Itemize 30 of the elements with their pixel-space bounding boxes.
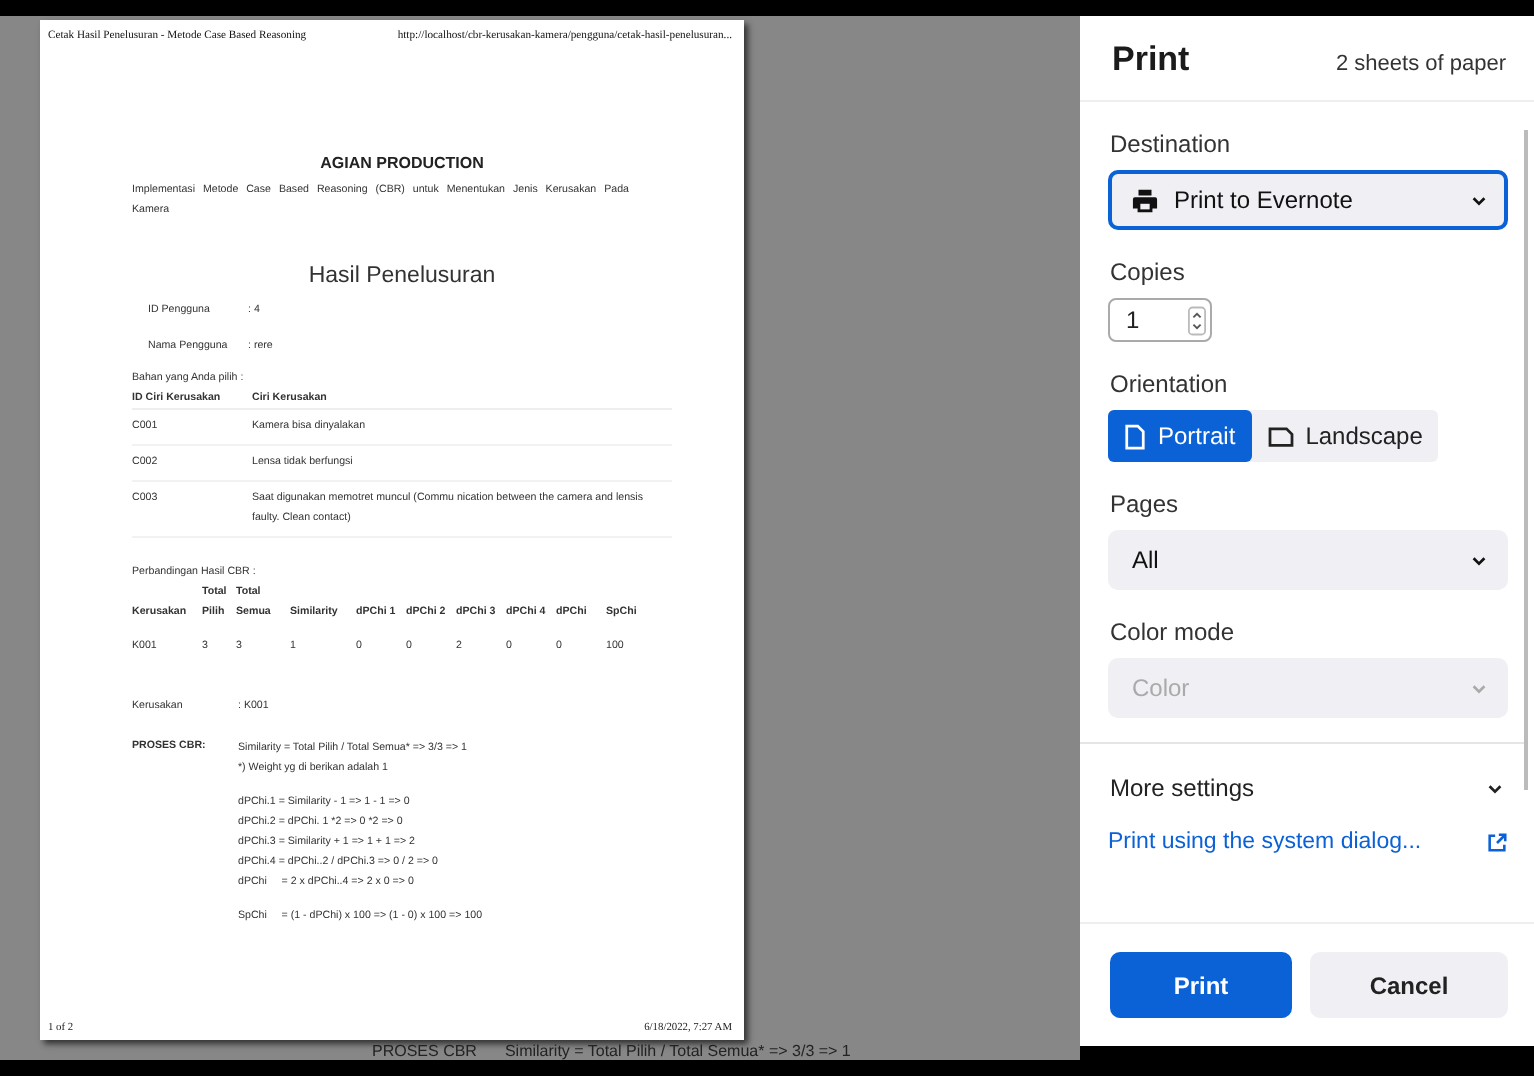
field-label: Pages — [1110, 490, 1181, 518]
field-label: Copies — [1110, 258, 1187, 286]
chevron-down-icon — [1470, 551, 1488, 569]
formula-line: Similarity = Total Pilih / Total Semua* => 3/3 => 1 — [504, 1042, 851, 1060]
sheet-count: 2 sheets of paper — [1335, 52, 1506, 76]
destination-select[interactable]: Print to Evernote — [1108, 170, 1508, 230]
scrollbar[interactable] — [1524, 130, 1528, 790]
spinner-icon[interactable] — [1188, 305, 1206, 335]
cancel-button[interactable]: Cancel — [1310, 952, 1508, 1018]
landscape-page-icon — [1267, 425, 1294, 447]
field-label: Color mode — [1110, 618, 1237, 646]
external-link-icon[interactable] — [1486, 831, 1508, 853]
more-settings-toggle[interactable]: More settings — [1108, 774, 1508, 802]
field-label: Destination — [1110, 130, 1233, 158]
copies-field[interactable]: 1 — [1108, 298, 1212, 342]
orientation-tab[interactable]: Portrait — [1108, 410, 1252, 462]
orientation-tab[interactable]: Landscape — [1251, 410, 1439, 462]
chevron-down-icon — [1470, 191, 1488, 209]
section-label: PROSES CBR — [372, 1042, 477, 1060]
field-label: Orientation — [1110, 370, 1230, 398]
dialog-title: Print — [1112, 40, 1190, 80]
system-dialog-link[interactable]: Print using the system dialog... — [1108, 830, 1422, 854]
company-name: AGIAN PRODUCTION — [318, 154, 486, 172]
printer-icon — [1132, 187, 1158, 213]
dropdown[interactable]: All — [1108, 530, 1508, 590]
chevron-down-icon — [1470, 679, 1488, 697]
print-button[interactable]: Print — [1110, 952, 1292, 1018]
report-heading: Hasil Penelusuran — [306, 264, 498, 289]
portrait-page-icon — [1124, 423, 1146, 449]
chevron-down-icon — [1486, 779, 1504, 797]
